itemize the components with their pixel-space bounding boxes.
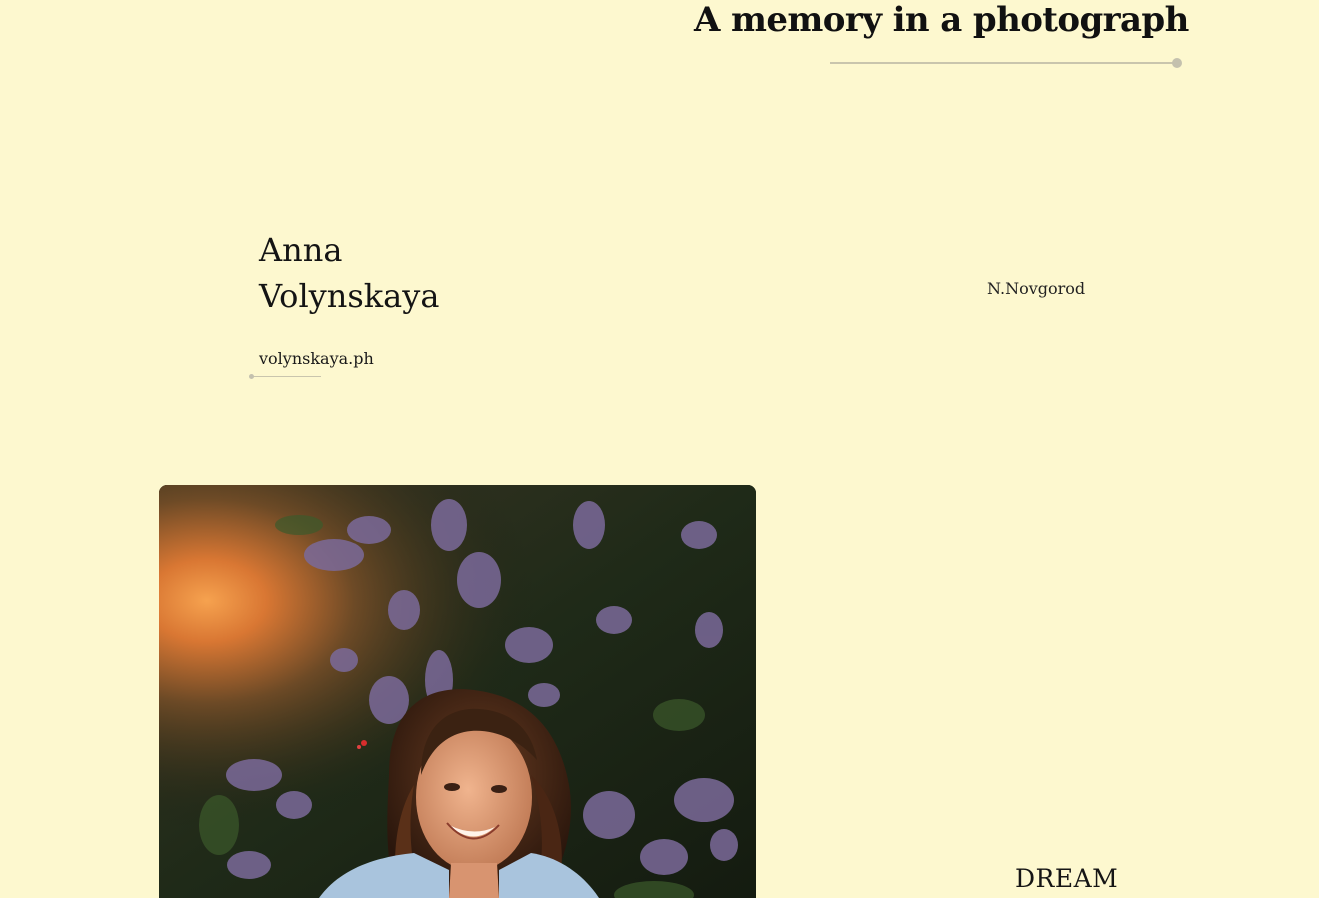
author-name: Anna Volynskaya	[259, 227, 439, 319]
page: A memory in a photograph Anna Volynskaya…	[0, 0, 1319, 898]
handle-underline	[252, 376, 321, 377]
handle-underline-dot	[249, 374, 254, 379]
portrait-photo	[159, 485, 756, 898]
author-last-name: Volynskaya	[259, 277, 440, 315]
author-first-name: Anna	[259, 231, 343, 269]
city-label: N.Novgorod	[987, 279, 1086, 298]
page-title: A memory in a photograph	[694, 0, 1189, 40]
portrait-photo-illustration	[159, 485, 756, 898]
section-label-dream: DREAM	[1015, 864, 1119, 893]
instagram-handle-link[interactable]: volynskaya.ph	[259, 349, 374, 369]
title-underline	[830, 62, 1174, 64]
title-underline-dot	[1172, 58, 1182, 68]
